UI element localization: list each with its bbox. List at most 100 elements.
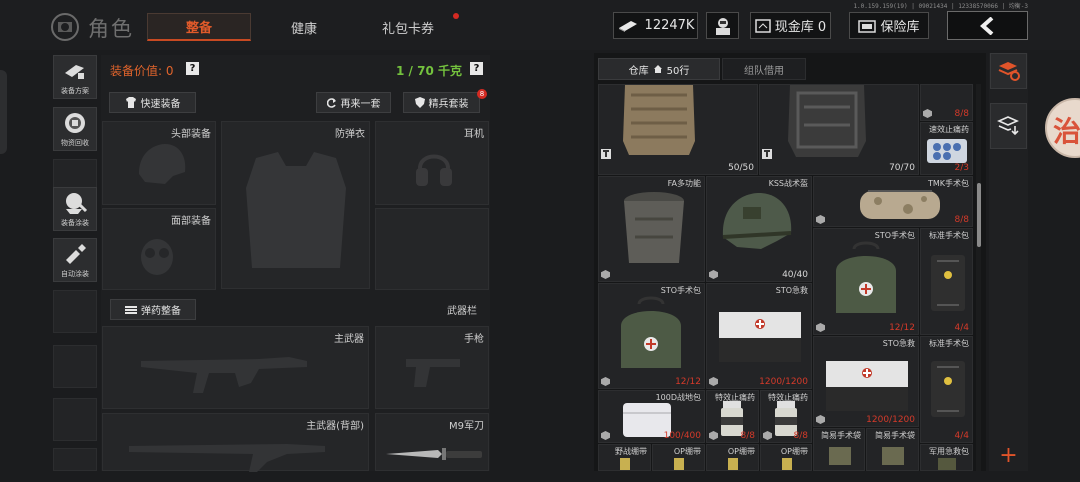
tab-health[interactable]: 健康 <box>252 13 356 41</box>
primary-weapon-slot[interactable]: 主武器 <box>102 326 369 409</box>
plate-carrier-icon <box>623 85 695 155</box>
back-weapon-slot[interactable]: 主武器(背部) <box>102 413 369 472</box>
cube-icon <box>601 377 610 386</box>
home-icon <box>653 64 663 74</box>
storage-item-surgery-bag[interactable]: 简易手术袋 <box>813 428 865 471</box>
knife-slot[interactable]: M9军刀 <box>375 413 489 471</box>
storage-item-painkiller[interactable]: 特效止痛药 8/8 <box>706 390 759 443</box>
bandage-icon <box>674 458 684 470</box>
storage-item-standard-surgery[interactable]: 标准手术包 4/4 <box>920 228 973 335</box>
storage-item-field-pack[interactable]: 100D战地包 100/400 <box>598 390 705 443</box>
loadout-icon <box>62 59 88 83</box>
elite-set-button[interactable]: 精兵套装 <box>403 92 480 113</box>
equip-again-button[interactable]: 再来一套 <box>316 92 391 113</box>
layers-download-icon <box>996 114 1021 138</box>
currency-display[interactable]: 12247K <box>613 12 698 39</box>
cube-icon <box>709 431 718 440</box>
storage-item-vest[interactable]: 70/70 <box>759 84 919 175</box>
tab-gift-pack[interactable]: 礼包卡券 <box>356 13 460 41</box>
currency-value: 12247K <box>644 18 695 33</box>
ammo-prep-button[interactable]: 弹药整备 <box>110 299 196 320</box>
head-slot-label: 头部装备 <box>171 129 211 140</box>
auto-paint-label: 自动涂装 <box>61 270 89 278</box>
loadout-plan-button[interactable]: 装备方案 <box>53 55 97 99</box>
loadout-label: 装备方案 <box>61 87 89 95</box>
black-pouch-icon <box>931 361 965 417</box>
weight-help-button[interactable]: ? <box>470 62 483 75</box>
storage-item-surgery-kit[interactable]: TMK手术包 8/8 <box>813 176 973 227</box>
back-button[interactable] <box>947 11 1028 40</box>
storage-scroll-thumb[interactable] <box>977 183 981 247</box>
stack-refresh-button[interactable] <box>990 53 1027 89</box>
refresh-icon <box>326 97 337 108</box>
knife-icon <box>386 448 482 460</box>
item-name: 标准手术包 <box>929 339 969 348</box>
version-text: 1.0.159.159(19) | 09021434 | 12338570066… <box>853 3 1028 10</box>
elite-badge: 8 <box>477 89 487 99</box>
cube-icon <box>709 377 718 386</box>
rail-empty-slot <box>53 448 97 471</box>
cash-vault-button[interactable]: 现金库 0 <box>750 12 831 39</box>
add-button[interactable]: + <box>990 441 1027 469</box>
item-name: 野战绷带 <box>615 447 647 456</box>
storage-item-standard-surgery[interactable]: 标准手术包 4/4 <box>920 336 973 443</box>
quick-equip-button[interactable]: 快速装备 <box>109 92 196 113</box>
tab-warehouse[interactable]: 仓库 50行 <box>598 58 720 80</box>
storage-item-vest[interactable]: 50/50 <box>598 84 758 175</box>
tab-team-borrow[interactable]: 组队借用 <box>722 58 806 80</box>
heal-float-button[interactable]: 治 <box>1045 98 1080 158</box>
storage-item-surgery-kit[interactable]: STO手术包 12/12 <box>598 283 705 389</box>
rail-empty-slot <box>53 290 97 333</box>
storage-item-bandage[interactable]: OP绷带 <box>706 444 759 471</box>
back-weapon-label: 主武器(背部) <box>306 421 364 432</box>
value-help-button[interactable]: ? <box>186 62 199 75</box>
auto-paint-button[interactable]: 自动涂装 <box>53 238 97 282</box>
storage-item-bandage[interactable]: OP绷带 <box>652 444 705 471</box>
left-edge-handle[interactable] <box>0 70 7 154</box>
rifle-silhouette-icon <box>141 357 307 393</box>
storage-item-first-aid[interactable]: STO急救 1200/1200 <box>706 283 812 389</box>
safe-vault-button[interactable]: 保险库 <box>849 12 929 39</box>
storage-item-surgery-kit[interactable]: STO手术包 12/12 <box>813 228 919 335</box>
storage-item-helmet[interactable]: KSS战术盔 40/40 <box>706 176 812 282</box>
bandage-icon <box>782 458 792 470</box>
weapon-bar-label: 武器栏 <box>447 306 477 317</box>
face-slot[interactable]: 面部装备 <box>102 208 216 290</box>
pistol-silhouette-icon <box>406 359 460 387</box>
item-name: OP绷带 <box>780 447 808 456</box>
tab-equipment[interactable]: 整备 <box>147 13 251 41</box>
item-count: 4/4 <box>954 431 969 441</box>
storage-scrollbar[interactable] <box>976 84 981 471</box>
item-count: 8/8 <box>954 109 969 119</box>
cube-icon <box>601 270 610 279</box>
head-slot[interactable]: 头部装备 <box>102 121 216 205</box>
equipment-skin-button[interactable]: 装备涂装 <box>53 187 97 231</box>
storage-item-bandage[interactable]: 野战绷带 <box>598 444 651 471</box>
surgery-bag-icon <box>882 447 904 465</box>
bandage-icon <box>728 458 738 470</box>
ammo-prep-label: 弹药整备 <box>141 306 181 317</box>
storage-item-painkiller[interactable]: 速效止痛药 2/3 <box>920 122 973 175</box>
storage-item-surgery-bag[interactable]: 简易手术袋 <box>866 428 919 471</box>
cube-icon <box>816 215 825 224</box>
storage-item[interactable]: 8/8 <box>920 84 973 121</box>
dump-pouch-icon <box>624 192 684 263</box>
skin-icon <box>62 191 88 215</box>
operator-avatar[interactable] <box>706 12 739 39</box>
aid-kit-icon <box>938 458 956 470</box>
cube-icon <box>816 323 825 332</box>
armor-slot[interactable]: 防弹衣 <box>221 121 370 289</box>
empty-equipment-slot[interactable] <box>375 208 489 290</box>
storage-item-painkiller[interactable]: 特效止痛药 8/8 <box>760 390 812 443</box>
storage-item-military-aid[interactable]: 军用急救包 <box>920 444 973 471</box>
storage-item-pouch[interactable]: FA多功能 <box>598 176 705 282</box>
shield-icon <box>414 97 425 108</box>
stack-download-button[interactable] <box>990 103 1027 149</box>
storage-item-bandage[interactable]: OP绷带 <box>760 444 812 471</box>
recycle-button[interactable]: 物资回收 <box>53 107 97 151</box>
storage-item-first-aid[interactable]: STO急救 1200/1200 <box>813 336 919 427</box>
pistol-slot[interactable]: 手枪 <box>375 326 489 409</box>
mask-silhouette-icon <box>141 239 173 275</box>
headset-slot[interactable]: 耳机 <box>375 121 489 205</box>
primary-weapon-label: 主武器 <box>334 334 364 345</box>
